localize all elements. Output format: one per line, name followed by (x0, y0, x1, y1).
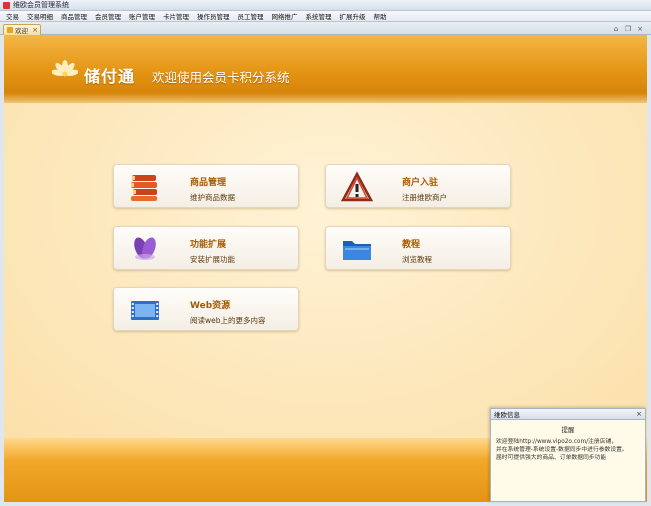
card-title: 教程 (402, 240, 421, 250)
folder-icon (343, 241, 371, 260)
goods-management-card[interactable]: 商品管理 维护商品数据 (113, 164, 299, 208)
card-title: 功能扩展 (190, 240, 227, 250)
home-icon[interactable]: ⌂ (612, 25, 620, 33)
popup-message: 欢迎登陆http://www.vipo2o.com/注册店铺， 并在系统管理-系… (491, 434, 645, 462)
tab-strip: 欢迎 × ⌂ ❐ × (0, 22, 651, 35)
card-subtitle: 阅读web上的更多内容 (190, 316, 266, 325)
petal-icon (134, 237, 156, 260)
close-icon[interactable]: × (636, 25, 644, 33)
lotus-logo-icon (52, 60, 78, 77)
banner: 储付通 欢迎使用会员卡积分系统 (4, 35, 647, 103)
menu-system[interactable]: 系统管理 (302, 11, 336, 21)
card-subtitle: 浏览教程 (402, 255, 432, 264)
card-subtitle: 安装扩展功能 (190, 255, 235, 264)
popup-title: 维欧信息 (494, 411, 520, 419)
menu-help[interactable]: 帮助 (370, 11, 391, 21)
menu-trade[interactable]: 交易 (2, 11, 23, 21)
menu-promotion[interactable]: 网络推广 (268, 11, 302, 21)
popup-line: 并在系统管理-系统设置-数据同步中进行参数设置。 (496, 447, 628, 453)
menu-members[interactable]: 会员管理 (91, 11, 125, 21)
menu-bar: 交易 交易明细 商品管理 会员管理 账户管理 卡片管理 操作员管理 员工管理 网… (0, 11, 651, 22)
popup-line: 欢迎登陆http://www.vipo2o.com/注册店铺， (496, 439, 618, 445)
notification-popup: 维欧信息 × 提醒 欢迎登陆http://www.vipo2o.com/注册店铺… (490, 408, 646, 502)
feature-area: 商品管理 维护商品数据 商户入驻 注册维欧商户 功能扩展 安装扩展功能 教程 浏… (4, 103, 647, 438)
menu-operators[interactable]: 操作员管理 (193, 11, 234, 21)
menu-goods[interactable]: 商品管理 (57, 11, 91, 21)
card-subtitle: 维护商品数据 (190, 193, 235, 202)
feature-extension-card[interactable]: 功能扩展 安装扩展功能 (113, 226, 299, 270)
welcome-text: 欢迎使用会员卡积分系统 (152, 70, 290, 85)
card-title: Web资源 (190, 301, 231, 311)
card-subtitle: 注册维欧商户 (402, 193, 447, 202)
menu-cards[interactable]: 卡片管理 (159, 11, 193, 21)
tab-close-icon[interactable]: × (32, 26, 38, 34)
restore-icon[interactable]: ❐ (624, 25, 632, 33)
title-bar: 维欧会员管理系统 (0, 0, 651, 11)
merchant-join-card[interactable]: 商户入驻 注册维欧商户 (325, 164, 511, 208)
tutorial-card[interactable]: 教程 浏览教程 (325, 226, 511, 270)
brand-name: 储付通 (84, 67, 136, 86)
card-title: 商品管理 (190, 178, 227, 188)
popup-close-icon[interactable]: × (636, 410, 642, 418)
warning-icon (340, 171, 374, 202)
popup-header: 维欧信息 × (491, 409, 645, 420)
film-icon (131, 301, 159, 320)
books-icon (131, 175, 157, 201)
menu-accounts[interactable]: 账户管理 (125, 11, 159, 21)
tab-welcome[interactable]: 欢迎 × (3, 24, 41, 35)
menu-upgrade[interactable]: 扩展升级 (336, 11, 370, 21)
tab-label: 欢迎 (15, 27, 28, 35)
home-icon (7, 27, 13, 33)
app-icon (3, 1, 10, 9)
web-resources-card[interactable]: Web资源 阅读web上的更多内容 (113, 287, 299, 331)
card-title: 商户入驻 (402, 178, 439, 188)
popup-subtitle: 提醒 (561, 426, 575, 434)
popup-line: 届时可提供强大的商品、订单数据同步功能 (496, 455, 607, 461)
window-title: 维欧会员管理系统 (13, 1, 69, 9)
menu-staff[interactable]: 员工管理 (234, 11, 268, 21)
menu-trade-detail[interactable]: 交易明细 (23, 11, 57, 21)
